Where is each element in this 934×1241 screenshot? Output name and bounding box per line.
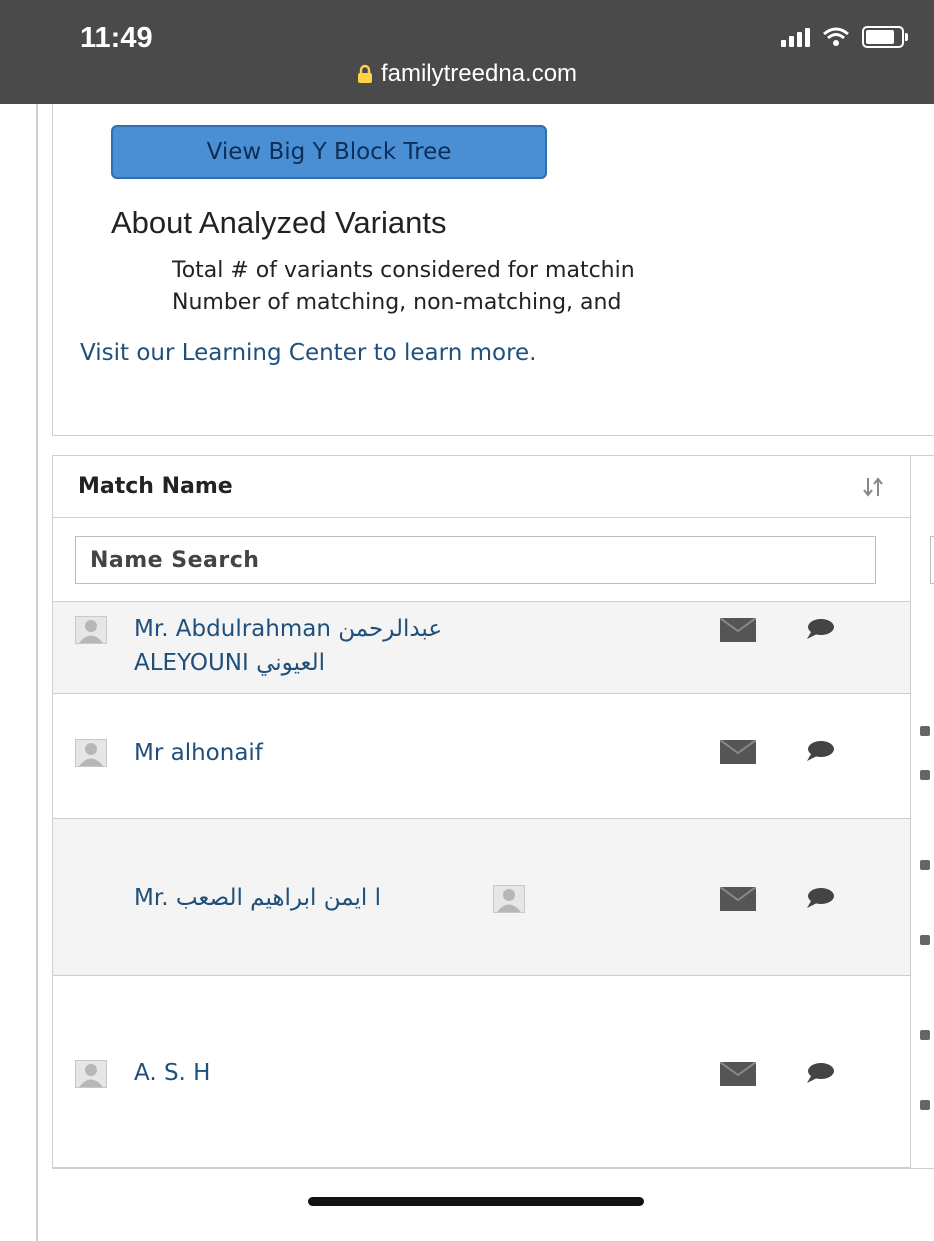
clipped-cell-content	[920, 935, 930, 945]
page-frame-border	[36, 104, 38, 1241]
user-avatar-icon	[75, 739, 107, 767]
browser-top-bar: 11:49 familytreedna.com	[0, 0, 934, 104]
bullet-item: Total # of variants considered for match…	[172, 255, 934, 287]
sort-icon[interactable]	[862, 476, 884, 498]
table-row: Mr. Abdulrahman عبدالرحمن ALEYOUNI العيو…	[53, 602, 910, 694]
table-row: Mr. ا ايمن ابراهيم الصعب	[53, 819, 910, 976]
chat-bubble-icon[interactable]	[805, 618, 835, 640]
clipped-cell-content	[920, 726, 930, 736]
battery-icon	[862, 26, 908, 48]
home-indicator[interactable]	[308, 1197, 644, 1206]
url-domain: familytreedna.com	[380, 60, 578, 87]
table-row: Mr alhonaif	[53, 694, 910, 819]
column-divider	[910, 455, 911, 1169]
clipped-cell-content	[920, 770, 930, 780]
match-name-link[interactable]: Mr alhonaif	[134, 736, 263, 770]
clipped-cell-content	[920, 1100, 930, 1110]
address-bar[interactable]: familytreedna.com	[0, 60, 934, 88]
user-avatar-icon	[75, 1060, 107, 1088]
status-time: 11:49	[80, 22, 153, 54]
wifi-icon	[823, 27, 849, 46]
match-name-link[interactable]: Mr. ا ايمن ابراهيم الصعب	[134, 881, 381, 915]
next-column-filter-input[interactable]	[930, 536, 934, 584]
about-heading: About Analyzed Variants	[111, 205, 447, 240]
mail-icon[interactable]	[720, 887, 756, 911]
column-header-label: Match Name	[78, 474, 233, 499]
chat-bubble-icon[interactable]	[805, 1062, 835, 1084]
lock-icon	[357, 64, 372, 83]
view-block-tree-button[interactable]: View Big Y Block Tree	[111, 125, 547, 179]
bullet-item: Number of matching, non-matching, and	[172, 287, 934, 319]
clipped-cell-content	[920, 1030, 930, 1040]
status-icons	[781, 22, 908, 52]
mail-icon[interactable]	[720, 618, 756, 642]
match-name-link[interactable]: A. S. H	[134, 1056, 210, 1090]
filter-row	[53, 518, 910, 602]
table-row: A. S. H	[53, 976, 910, 1168]
mail-icon[interactable]	[720, 740, 756, 764]
cellular-signal-icon	[781, 27, 810, 47]
learning-center-link[interactable]: Visit our Learning Center to learn more.	[80, 340, 537, 366]
chat-bubble-icon[interactable]	[805, 887, 835, 909]
about-bullet-list: Total # of variants considered for match…	[172, 255, 934, 319]
user-avatar-icon	[493, 885, 525, 913]
mail-icon[interactable]	[720, 1062, 756, 1086]
clipped-cell-content	[920, 860, 930, 870]
match-name-link[interactable]: Mr. Abdulrahman عبدالرحمن ALEYOUNI العيو…	[134, 612, 442, 680]
user-avatar-icon	[75, 616, 107, 644]
match-name-column-header[interactable]: Match Name	[53, 456, 910, 518]
chat-bubble-icon[interactable]	[805, 740, 835, 762]
name-search-input[interactable]	[75, 536, 876, 584]
